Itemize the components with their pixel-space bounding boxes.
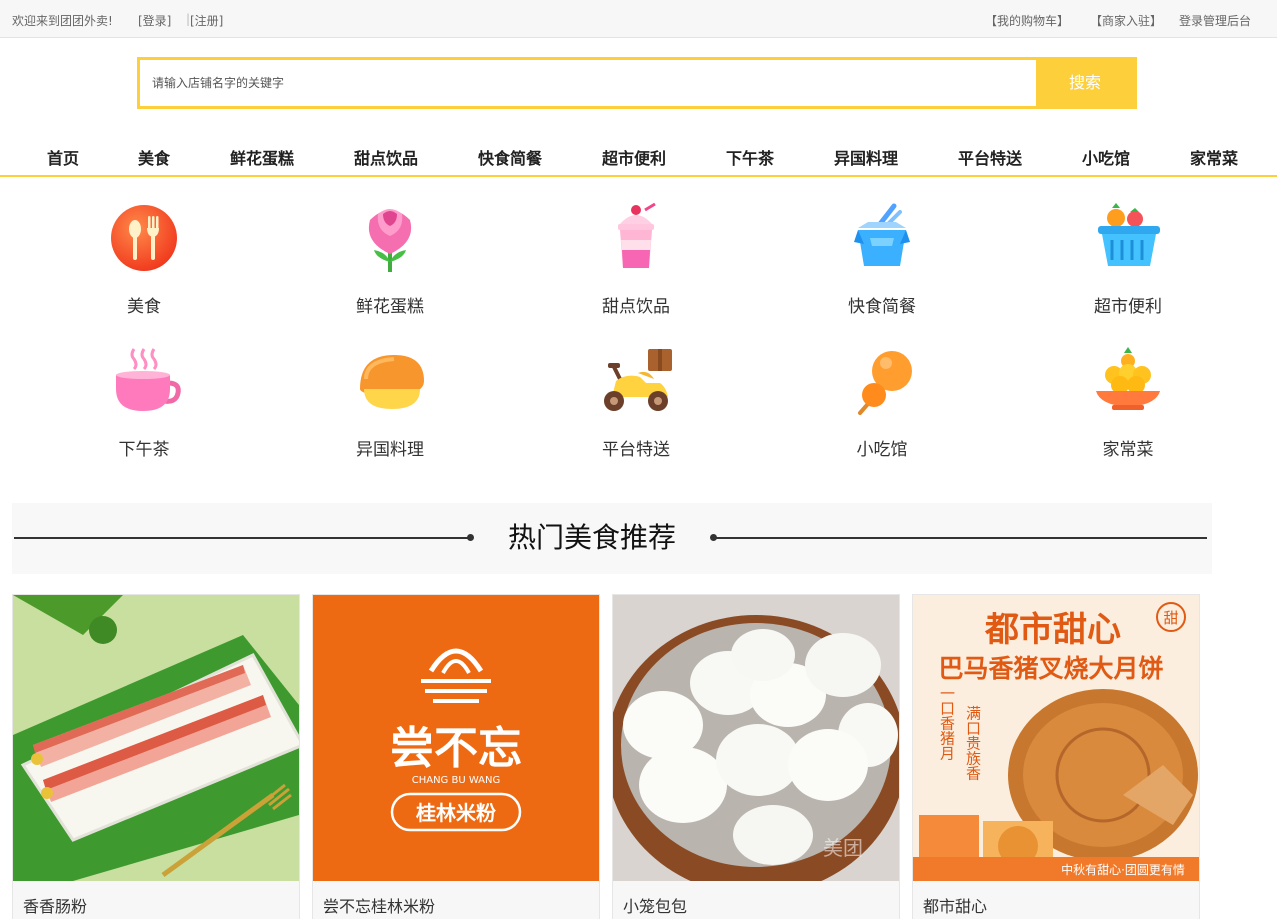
cart-link[interactable]: 【我的购物车】 (985, 12, 1069, 29)
nav-item-home[interactable]: 首页 (47, 145, 79, 169)
logo-subtitle-text: 桂林米粉 (415, 801, 496, 825)
rose-icon (368, 209, 412, 272)
product-image-mooncake-poster: 都市甜心 甜 巴马香猪叉烧大月饼 一口香猪月 满口贵族香 中秋有甜心·团圆更有情 (913, 595, 1199, 881)
nav-item-afternoon-tea[interactable]: 下午茶 (726, 145, 774, 169)
product-card[interactable]: 美团 小笼包包 (612, 594, 900, 919)
category-afternoon-tea[interactable]: 下午茶 (69, 343, 219, 460)
milkshake-icon (618, 202, 656, 268)
category-label: 家常菜 (1102, 440, 1154, 460)
watermark-text: 美团 (823, 836, 863, 860)
category-label: 鲜花蛋糕 (356, 297, 424, 317)
product-name: 小笼包包 (623, 897, 688, 916)
product-image-soup-dumplings: 美团 (613, 595, 899, 881)
search-button[interactable]: 搜索 (1036, 60, 1134, 106)
divider (712, 537, 1207, 539)
nav-item-desserts-drinks[interactable]: 甜点饮品 (354, 145, 418, 169)
category-label: 平台特送 (602, 440, 670, 460)
tea-cup-icon (116, 348, 181, 411)
fork-spoon-icon (111, 205, 177, 271)
category-special-delivery[interactable]: 平台特送 (561, 343, 711, 460)
product-card[interactable]: 香香肠粉 (12, 594, 300, 919)
search-bar: 搜索 (137, 57, 1137, 109)
category-label: 美食 (127, 297, 161, 317)
logo-pinyin-text: CHANG BU WANG (412, 775, 501, 786)
product-name: 香香肠粉 (23, 897, 88, 916)
logo-brand-text: 尝不忘 (390, 723, 522, 774)
category-label: 下午茶 (118, 440, 170, 460)
category-label: 超市便利 (1094, 297, 1162, 317)
nav-item-special-delivery[interactable]: 平台特送 (958, 145, 1022, 169)
product-card[interactable]: 都市甜心 甜 巴马香猪叉烧大月饼 一口香猪月 满口贵族香 中秋有甜心·团圆更有情… (912, 594, 1200, 919)
category-label: 甜点饮品 (602, 297, 670, 317)
section-title: 热门美食推荐 (507, 521, 676, 554)
section-header: 热门美食推荐 (12, 503, 1212, 574)
category-desserts-drinks[interactable]: 甜点饮品 (561, 200, 711, 317)
sushi-icon (360, 355, 424, 409)
login-link[interactable]: [登录] (138, 12, 171, 29)
poster-subtitle: 巴马香猪叉烧大月饼 (938, 654, 1163, 683)
category-snack-bar[interactable]: 小吃馆 (807, 343, 957, 460)
register-link[interactable]: [注册] (190, 12, 223, 29)
nav-item-fast-food[interactable]: 快食简餐 (478, 145, 542, 169)
takeout-box-icon (854, 203, 910, 266)
poster-badge: 甜 (1163, 609, 1178, 627)
category-fast-food[interactable]: 快食简餐 (807, 200, 957, 317)
product-image-changbuwang-logo: 尝不忘 CHANG BU WANG 桂林米粉 (313, 595, 599, 881)
category-food[interactable]: 美食 (69, 200, 219, 317)
top-bar: 欢迎来到团团外卖! [登录] | [注册] 【我的购物车】 【商家入驻】 登录管… (0, 0, 1277, 38)
dish-icon (1096, 347, 1160, 410)
merchant-link[interactable]: 【商家入驻】 (1090, 12, 1162, 29)
product-image-rice-rolls (13, 595, 299, 881)
nav-item-supermarket[interactable]: 超市便利 (602, 145, 666, 169)
category-home-cooking[interactable]: 家常菜 (1053, 343, 1203, 460)
category-flowers-cakes[interactable]: 鲜花蛋糕 (315, 200, 465, 317)
nav-item-snack-bar[interactable]: 小吃馆 (1082, 145, 1130, 169)
poster-left-text: 一口香猪月 (938, 686, 956, 762)
skewer-icon (858, 351, 912, 415)
nav-item-flowers-cakes[interactable]: 鲜花蛋糕 (230, 145, 294, 169)
nav-item-home-cooking[interactable]: 家常菜 (1190, 145, 1238, 169)
nav-item-food[interactable]: 美食 (138, 145, 170, 169)
category-foreign-cuisine[interactable]: 异国料理 (315, 343, 465, 460)
delivery-scooter-icon (604, 349, 672, 411)
category-nav: 首页 美食 鲜花蛋糕 甜点饮品 快食简餐 超市便利 下午茶 异国料理 平台特送 … (0, 128, 1277, 177)
nav-item-foreign-cuisine[interactable]: 异国料理 (834, 145, 898, 169)
product-name: 都市甜心 (923, 897, 988, 916)
admin-login-link[interactable]: 登录管理后台 (1179, 12, 1251, 29)
search-input[interactable] (140, 60, 1038, 106)
poster-right-text: 满口贵族香 (964, 706, 982, 781)
welcome-text: 欢迎来到团团外卖! (12, 14, 113, 28)
poster-footer: 中秋有甜心·团圆更有情 (1061, 862, 1185, 877)
category-label: 小吃馆 (856, 440, 908, 460)
product-name: 尝不忘桂林米粉 (323, 897, 436, 916)
category-label: 快食简餐 (848, 297, 916, 317)
category-supermarket[interactable]: 超市便利 (1053, 200, 1203, 317)
category-label: 异国料理 (356, 440, 424, 460)
product-card[interactable]: 尝不忘 CHANG BU WANG 桂林米粉 尝不忘桂林米粉 (312, 594, 600, 919)
poster-title: 都市甜心 (984, 610, 1121, 650)
shopping-basket-icon (1098, 203, 1160, 266)
